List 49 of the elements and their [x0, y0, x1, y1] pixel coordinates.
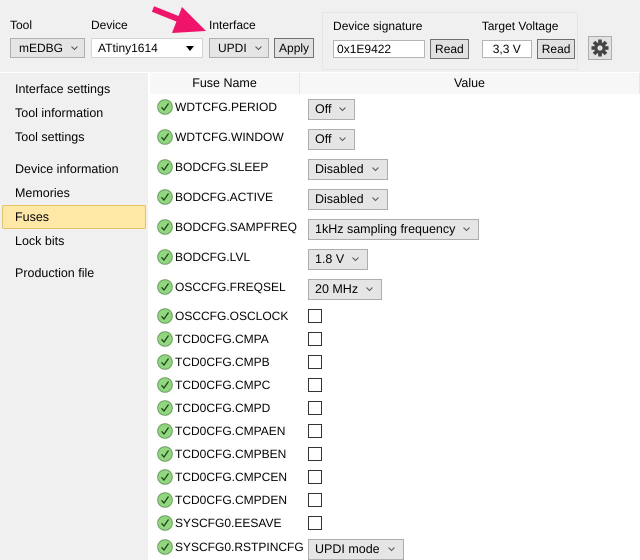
- value-dropdown[interactable]: Off: [308, 128, 356, 150]
- fuse-name: BODCFG.ACTIVE: [175, 190, 274, 204]
- fuse-name: TCD0CFG.CMPB: [175, 354, 270, 368]
- sidebar-item[interactable]: Tool information: [2, 101, 146, 125]
- value-dropdown[interactable]: UPDI mode: [308, 538, 404, 560]
- field-label: Tool: [10, 18, 34, 33]
- fuse-name: SYSCFG0.RSTPINCFG: [175, 540, 304, 554]
- input-field[interactable]: 0x1E9422: [333, 40, 426, 58]
- fuse-name: TCD0CFG.CMPD: [175, 400, 270, 414]
- column-header: Fuse Name: [150, 73, 300, 94]
- dropdown[interactable]: mEDBG: [10, 38, 86, 58]
- input-field[interactable]: 3,3 V: [482, 40, 532, 58]
- read-button[interactable]: Read: [430, 39, 469, 59]
- fuse-name: WDTCFG.WINDOW: [175, 130, 284, 144]
- field-label: Device: [91, 18, 129, 33]
- fuse-name: SYSCFG0.EESAVE: [175, 516, 282, 530]
- fuse-name: TCD0CFG.CMPDEN: [175, 492, 288, 506]
- fuse-name: TCD0CFG.CMPA: [175, 332, 269, 346]
- value-dropdown[interactable]: 20 MHz: [308, 278, 382, 300]
- sidebar-item[interactable]: Tool settings: [2, 125, 146, 149]
- fuse-name: WDTCFG.PERIOD: [175, 100, 277, 114]
- fuse-name: OSCCFG.FREQSEL: [175, 280, 286, 294]
- field-label: Target Voltage: [482, 19, 560, 34]
- field-label: Device signature: [333, 19, 424, 34]
- value-dropdown[interactable]: 1.8 V: [308, 248, 368, 270]
- dropdown[interactable]: UPDI: [209, 38, 270, 58]
- fuse-name: BODCFG.SAMPFREQ: [175, 220, 298, 234]
- dropdown[interactable]: ATtiny1614: [91, 38, 204, 58]
- value-dropdown[interactable]: Disabled: [308, 188, 388, 210]
- field-label: Interface: [209, 18, 257, 33]
- fuse-name: TCD0CFG.CMPC: [175, 378, 270, 392]
- fuse-name: OSCCFG.OSCLOCK: [175, 308, 288, 322]
- sidebar-item[interactable]: Lock bits: [2, 229, 146, 253]
- apply-button[interactable]: Apply: [274, 38, 314, 58]
- sidebar-item[interactable]: Device information: [2, 157, 146, 181]
- fuse-name: TCD0CFG.CMPCEN: [175, 470, 288, 484]
- column-header: Value: [300, 73, 640, 94]
- sidebar-item[interactable]: Memories: [2, 181, 146, 205]
- sidebar-item[interactable]: Production file: [2, 261, 146, 285]
- sidebar-item[interactable]: Interface settings: [2, 77, 146, 101]
- fuse-name: TCD0CFG.CMPBEN: [175, 446, 286, 460]
- fuse-name: BODCFG.SLEEP: [175, 160, 268, 174]
- value-dropdown[interactable]: 1kHz sampling frequency: [308, 218, 480, 240]
- value-dropdown[interactable]: Disabled: [308, 158, 388, 180]
- fuse-name: TCD0CFG.CMPAEN: [175, 424, 286, 438]
- fuse-name: BODCFG.LVL: [175, 250, 250, 264]
- sidebar-item[interactable]: Fuses: [2, 205, 146, 229]
- value-dropdown[interactable]: Off: [308, 98, 356, 120]
- read-button[interactable]: Read: [536, 39, 576, 59]
